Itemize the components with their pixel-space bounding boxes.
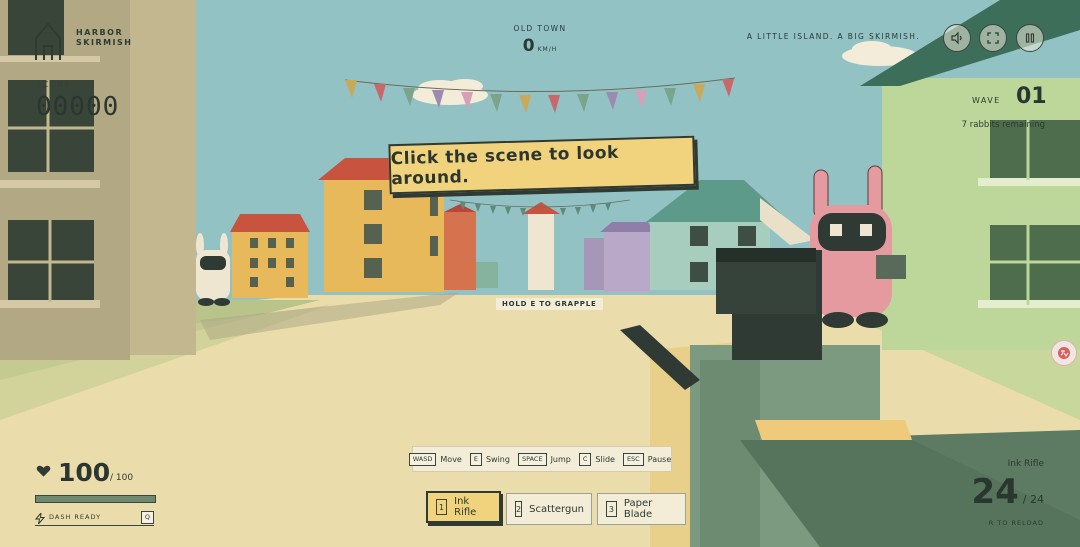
health-max: / 100	[110, 473, 134, 483]
reload-hint: R TO RELOAD	[988, 519, 1044, 527]
weapon-slot-key: 3	[606, 501, 617, 517]
sound-button[interactable]	[943, 24, 971, 52]
speed-unit: KM/H	[537, 46, 558, 53]
control-action: Move	[440, 454, 462, 464]
translate-button[interactable]	[1051, 340, 1077, 366]
control-action: Swing	[485, 454, 510, 464]
control-key: WASD	[408, 452, 437, 466]
wave-label: WAVE	[972, 96, 1001, 105]
speaker-icon	[951, 31, 962, 45]
weapon-slot-key: 2	[515, 501, 523, 517]
pause-icon	[1025, 33, 1035, 43]
logo-line-1: HARBOR	[76, 28, 124, 37]
translate-icon	[1058, 347, 1070, 359]
dash-label: DASH READY	[49, 513, 102, 521]
control-action: Jump	[550, 454, 571, 464]
control-key: C	[578, 452, 592, 466]
weapon-slot-label: Ink Rifle	[454, 496, 477, 518]
weapon-slot-ink-rifle[interactable]: 1 Ink Rifle	[426, 491, 501, 523]
game-logo: HARBOR SKIRMISH	[34, 8, 144, 60]
score-label: SCORE	[36, 80, 72, 89]
ammo-max: / 24	[1022, 493, 1044, 506]
health-value: 100	[58, 458, 111, 487]
control-key: E	[469, 452, 482, 466]
control-action: Pause	[647, 454, 672, 464]
wave-number: 01	[1016, 84, 1047, 109]
speed-value: 0	[522, 36, 535, 56]
heart-icon	[36, 463, 51, 482]
look-around-callout[interactable]: Click the scene to look around.	[388, 135, 696, 195]
health-bar	[35, 495, 156, 503]
location-name: OLD TOWN	[513, 24, 567, 33]
logo-icon	[35, 22, 61, 60]
dash-key: Q	[140, 511, 154, 524]
weapon-slot-label: Scattergun	[529, 503, 585, 515]
weapon-slot-scattergun[interactable]: 2 Scattergun	[506, 493, 592, 525]
lightning-icon	[35, 513, 45, 524]
ammo-current: 24	[971, 472, 1019, 512]
logo-line-2: SKIRMISH	[76, 38, 133, 47]
control-key: SPACE	[517, 452, 547, 466]
control-action: Slide	[595, 454, 615, 464]
weapon-slot-paper-blade[interactable]: 3 Paper Blade	[597, 493, 686, 525]
tagline: A LITTLE ISLAND. A BIG SKIRMISH.	[746, 32, 920, 41]
fullscreen-button[interactable]	[979, 24, 1007, 52]
health-bar-fill	[36, 496, 155, 502]
ammo-counter: 24/ 24	[971, 472, 1044, 512]
control-key: ESC	[622, 452, 644, 466]
dash-status: DASH READY Q	[35, 511, 154, 526]
current-weapon-name: Ink Rifle	[1007, 459, 1044, 469]
speedometer: 0 KM/H	[440, 36, 640, 56]
weapon-slot-label: Paper Blade	[623, 498, 653, 520]
weapon-slot-key: 1	[436, 499, 448, 515]
pause-button[interactable]	[1016, 24, 1044, 52]
logo-text: HARBOR SKIRMISH	[76, 28, 133, 48]
grapple-hint: HOLD E TO GRAPPLE	[496, 298, 603, 310]
controls-legend: WASD Move E Swing SPACE Jump C Slide ESC Paus…	[408, 446, 672, 472]
fullscreen-icon	[987, 32, 999, 44]
score-value: 00000	[36, 92, 120, 122]
rabbits-remaining: 7 rabbits remaining	[961, 120, 1045, 130]
